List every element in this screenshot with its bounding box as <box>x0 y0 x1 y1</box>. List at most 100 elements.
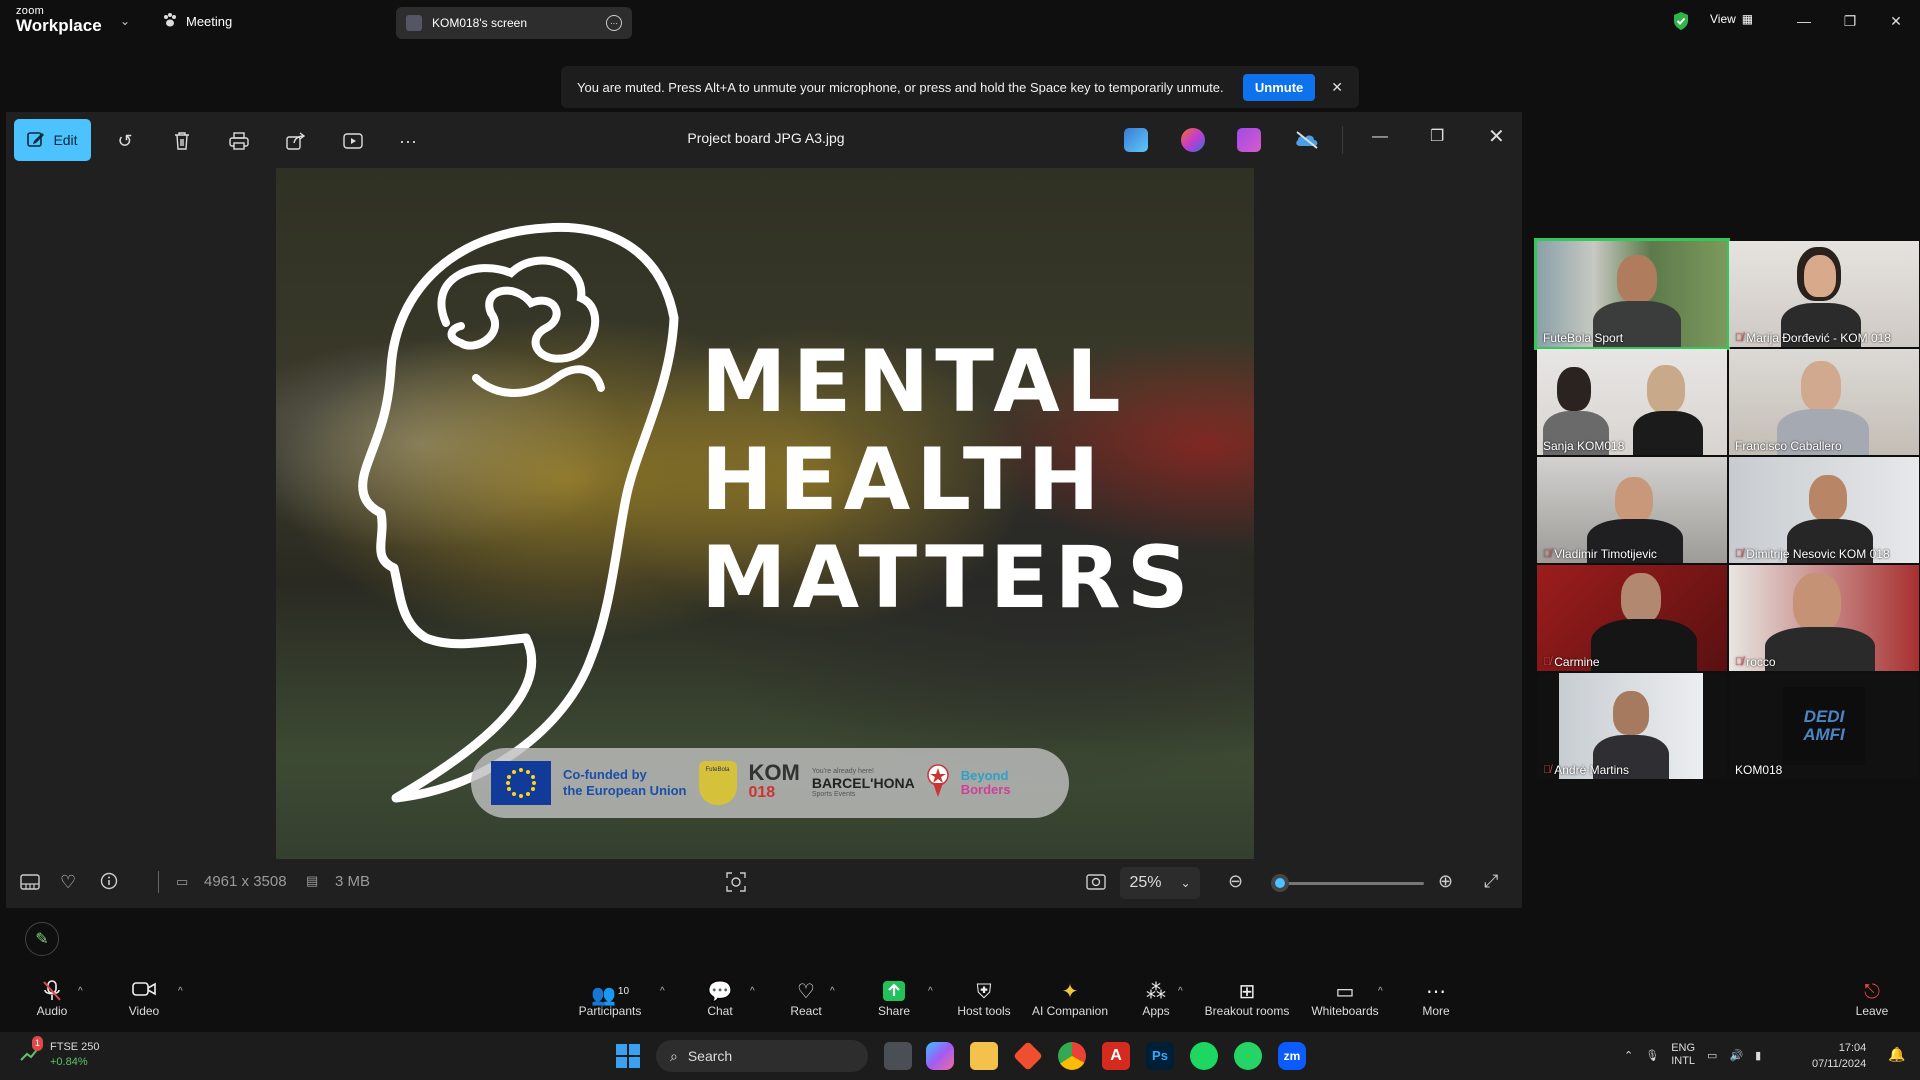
zoom-app-icon[interactable]: zm <box>1278 1042 1306 1070</box>
breakout-rooms-button[interactable]: ⊞ Breakout rooms <box>1202 980 1292 1018</box>
beyond-text: Beyond <box>960 768 1009 783</box>
apps-button[interactable]: ⁂ Apps <box>1136 980 1176 1018</box>
photos-minimize-button[interactable]: — <box>1372 128 1388 146</box>
audio-options-caret[interactable]: ^ <box>78 986 83 997</box>
more-icon[interactable]: ··· <box>395 128 421 154</box>
participant-tile[interactable]: 🎙̸ Carmine <box>1537 565 1727 671</box>
more-label: More <box>1422 1004 1450 1018</box>
participants-options-caret[interactable]: ^ <box>660 986 665 997</box>
slideshow-icon[interactable] <box>340 128 366 154</box>
close-icon[interactable]: ✕ <box>1331 79 1343 96</box>
photos-app-window: Edit ↺ ··· Project board JPG A3.jpg — ❐ … <box>6 112 1522 908</box>
visual-search-icon[interactable] <box>726 872 746 897</box>
spotify-icon[interactable] <box>1190 1042 1218 1070</box>
zoom-out-icon[interactable]: ⊖ <box>1228 871 1243 892</box>
photos-close-button[interactable]: ✕ <box>1488 124 1505 149</box>
participant-tile[interactable]: DEDI AMFI KOM018 <box>1729 673 1919 779</box>
leave-button[interactable]: ⎋ Leave <box>1854 980 1890 1018</box>
network-icon[interactable]: ▭ <box>1707 1049 1717 1062</box>
window-minimize-button[interactable]: — <box>1786 8 1822 34</box>
window-restore-button[interactable]: ❐ <box>1832 8 1868 34</box>
designer-app-icon[interactable] <box>1124 128 1148 152</box>
filmstrip-icon[interactable] <box>20 873 40 896</box>
video-options-caret[interactable]: ^ <box>178 986 183 997</box>
rotate-icon[interactable]: ↺ <box>112 128 138 154</box>
unmute-button[interactable]: Unmute <box>1242 73 1316 101</box>
ticker-name: FTSE 250 <box>50 1041 100 1053</box>
window-close-button[interactable]: ✕ <box>1878 8 1914 34</box>
zoom-in-icon[interactable]: ⊕ <box>1438 871 1453 892</box>
participant-tile[interactable]: 🎙̸ Vladimir Timotijevic <box>1537 457 1727 563</box>
edit-button[interactable]: Edit <box>14 119 91 161</box>
barcelhona-tagline: You're already here! <box>811 768 875 775</box>
whatsapp-icon[interactable] <box>1234 1042 1262 1070</box>
actual-size-icon[interactable] <box>1086 873 1106 896</box>
print-icon[interactable] <box>226 128 252 154</box>
photos-maximize-button[interactable]: ❐ <box>1430 126 1444 146</box>
meeting-menu-button[interactable]: Meeting <box>162 12 232 31</box>
windows-start-icon[interactable] <box>616 1044 640 1068</box>
participants-button[interactable]: 👥 10 Participants <box>578 980 642 1018</box>
taskbar-clock[interactable]: 17:04 07/11/2024 <box>1812 1040 1866 1072</box>
delete-icon[interactable] <box>169 128 195 154</box>
whiteboards-options-caret[interactable]: ^ <box>1378 986 1383 997</box>
ai-companion-button[interactable]: ✦ AI Companion <box>1030 980 1110 1018</box>
kom-logo-number: 018 <box>748 784 776 801</box>
react-options-caret[interactable]: ^ <box>830 986 835 997</box>
view-menu-button[interactable]: View ▦ <box>1710 12 1753 26</box>
participant-tile[interactable]: 🎙̸ André Martins <box>1537 673 1727 779</box>
more-options-icon[interactable]: ··· <box>606 15 622 31</box>
participant-tile[interactable]: Francisco Caballero <box>1729 349 1919 455</box>
notification-bell-icon[interactable]: 🔔 <box>1888 1046 1905 1063</box>
whiteboard-icon: ▭ <box>1335 981 1355 1003</box>
participant-face <box>1809 475 1847 521</box>
zoom-slider-track[interactable] <box>1272 882 1424 885</box>
shield-icon: ⛨ <box>976 981 992 1003</box>
clipchamp-icon[interactable] <box>1181 128 1205 152</box>
annotate-pen-icon[interactable]: ✎ <box>25 922 59 956</box>
participant-tile[interactable]: Sanja KOM018 <box>1537 349 1727 455</box>
copilot-icon[interactable] <box>926 1042 954 1070</box>
chat-options-caret[interactable]: ^ <box>750 986 755 997</box>
acrobat-icon[interactable]: A <box>1102 1042 1130 1070</box>
video-button[interactable]: Video <box>126 980 162 1018</box>
chevron-down-icon[interactable]: ⌄ <box>120 14 130 28</box>
audio-button[interactable]: Audio <box>34 980 70 1018</box>
participant-tile[interactable]: FuteBola Sport <box>1534 238 1730 350</box>
stock-ticker-widget[interactable]: 1 FTSE 250 +0.84% <box>20 1036 100 1070</box>
zoom-workplace-logo: zoom Workplace <box>16 6 102 35</box>
taskbar-search-box[interactable]: ⌕ Search <box>656 1040 868 1072</box>
video-editor-icon[interactable] <box>1237 128 1261 152</box>
react-button[interactable]: ♡ React <box>786 980 826 1018</box>
share-screen-button[interactable]: Share <box>874 980 914 1018</box>
chrome-icon[interactable] <box>1058 1042 1086 1070</box>
photoshop-icon[interactable]: Ps <box>1146 1042 1174 1070</box>
zoom-slider-thumb[interactable] <box>1270 874 1289 892</box>
microphone-icon[interactable]: 🎙 <box>1645 1049 1659 1062</box>
share-icon[interactable] <box>283 128 309 154</box>
chat-button[interactable]: 💬 Chat <box>700 980 740 1018</box>
shared-screen-tab[interactable]: KOM018's screen ··· <box>396 7 632 39</box>
task-view-icon[interactable] <box>884 1042 912 1070</box>
battery-icon[interactable]: ▮ <box>1755 1049 1761 1062</box>
participant-tile[interactable]: 🎙̸ rocco <box>1729 565 1919 671</box>
host-tools-button[interactable]: ⛨ Host tools <box>952 980 1016 1018</box>
file-explorer-icon[interactable] <box>970 1042 998 1070</box>
volume-icon[interactable]: 🔊 <box>1729 1049 1743 1062</box>
favorite-heart-icon[interactable]: ♡ <box>60 872 76 893</box>
participant-tile[interactable]: 🎙̸ Marija Đorđević - KOM 018 <box>1729 241 1919 347</box>
git-app-icon[interactable] <box>1013 1041 1043 1071</box>
participant-tile[interactable]: 🎙̸ Dimitrije Nesovic KOM 018 <box>1729 457 1919 563</box>
encryption-shield-icon[interactable] <box>1672 11 1690 36</box>
share-options-caret[interactable]: ^ <box>928 986 933 997</box>
resolution-icon: ▭ <box>176 874 189 889</box>
chevron-up-icon[interactable]: ⌃ <box>1624 1049 1633 1062</box>
more-button[interactable]: ⋯ More <box>1418 980 1454 1018</box>
whiteboards-button[interactable]: ▭ Whiteboards <box>1308 980 1382 1018</box>
apps-options-caret[interactable]: ^ <box>1178 986 1183 997</box>
fullscreen-icon[interactable]: ⤢ <box>1484 871 1498 892</box>
language-indicator[interactable]: ENG INTL <box>1671 1042 1695 1068</box>
info-icon[interactable] <box>100 872 118 895</box>
onedrive-off-icon[interactable] <box>1294 130 1320 155</box>
zoom-level-dropdown[interactable]: 25% ⌄ <box>1120 867 1200 899</box>
